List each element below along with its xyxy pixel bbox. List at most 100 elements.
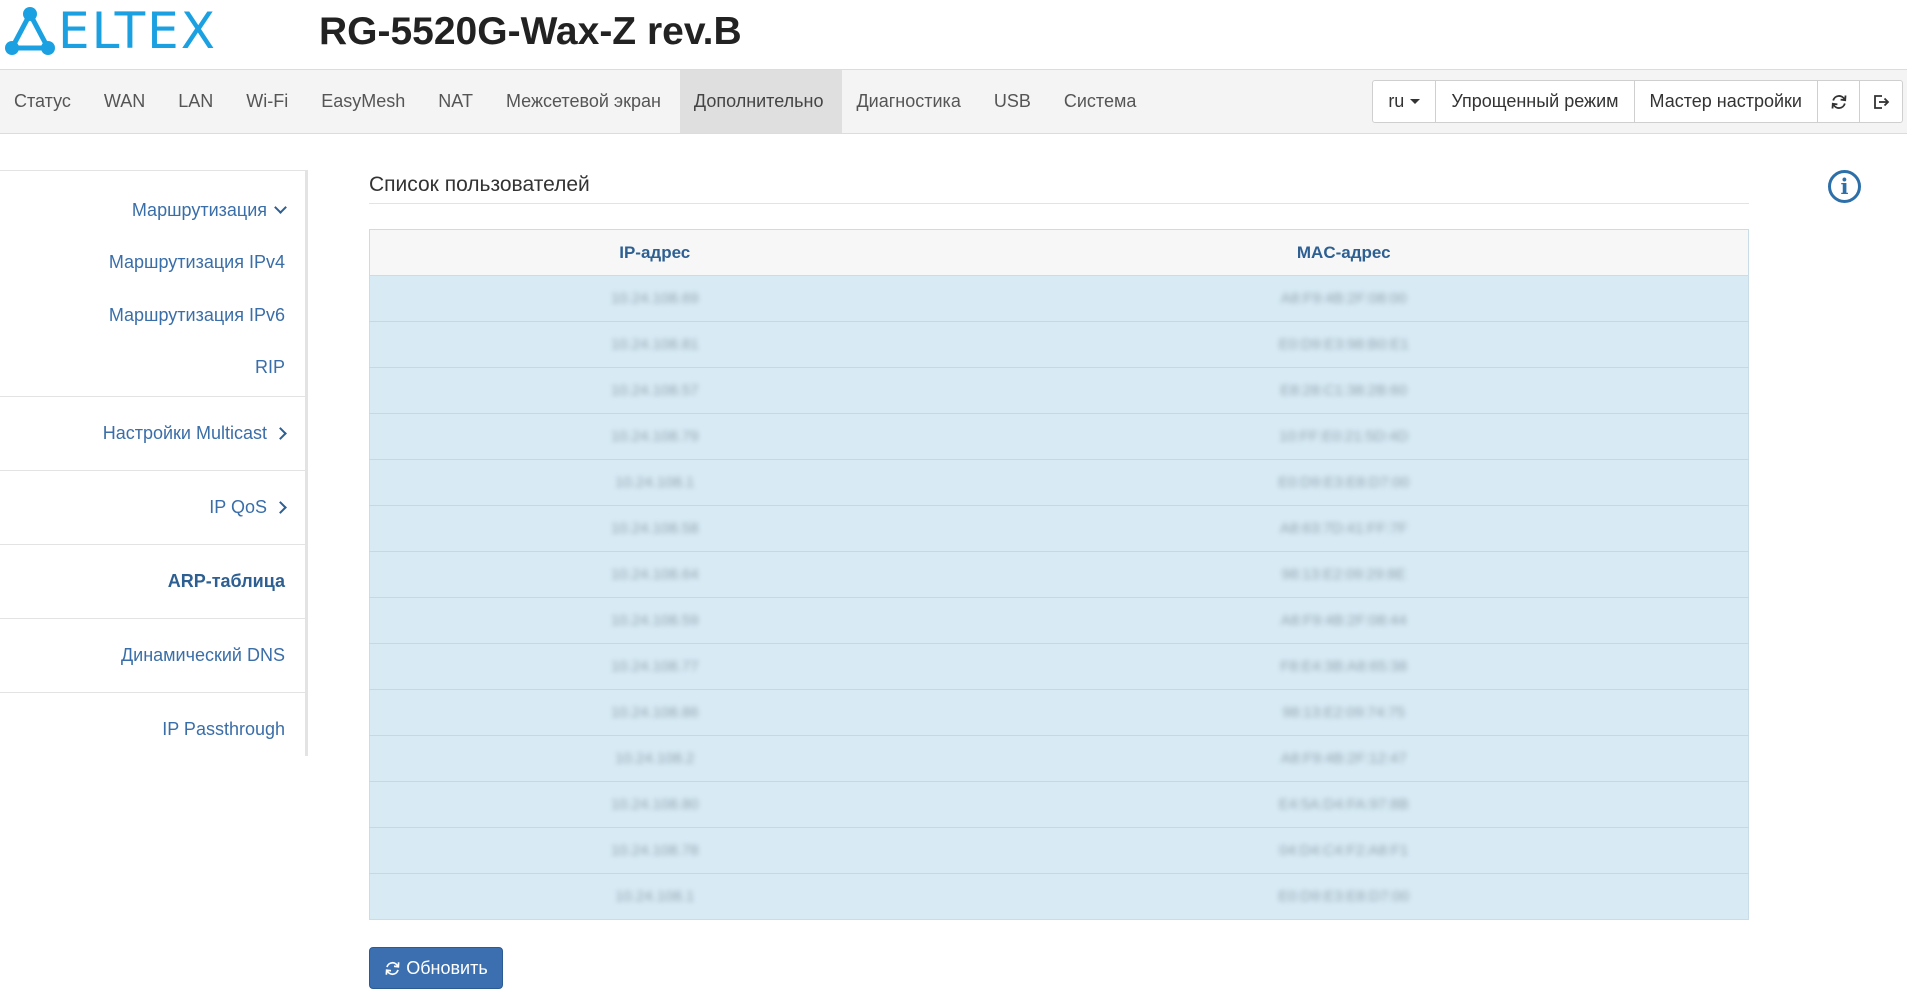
sidebar-group-routing: Маршрутизация Маршрутизация IPv4 Маршрут… [0,171,305,397]
chevron-right-icon [274,501,287,514]
main-menu: Статус WAN LAN Wi-Fi EasyMesh NAT Межсет… [0,70,1155,133]
mac-address-cell: A8:F9:4B:2F:08:44 [939,597,1749,644]
product-title: RG-5520G-Wax-Z rev.B [319,10,742,53]
sidebar-item-label: Настройки Multicast [102,423,267,443]
mac-address-cell: E8:28:C1:38:2B:60 [939,367,1749,414]
nav-item-advanced[interactable]: Дополнительно [679,70,843,133]
mac-address-value: A8:F9:4B:2F:08:44 [1280,612,1407,629]
ip-address-cell: 10.24.108.69 [369,275,940,322]
mac-address-cell: E4:5A:D4:FA:97:8B [939,781,1749,828]
ip-address-value: 10.24.108.78 [610,842,699,859]
sidebar-group-qos: IP QoS [0,471,305,545]
mac-address-value: A8:F9:4B:2F:08:00 [1280,290,1407,307]
table-row: 10.24.108.2 A8:F9:4B:2F:12:47 [369,735,1749,782]
mac-address-value: 98:13:E2:09:29:8E [1281,566,1406,583]
chevron-right-icon [274,427,287,440]
ip-address-value: 10.24.108.69 [610,290,699,307]
mac-address-value: A8:F9:4B:2F:12:47 [1280,750,1407,767]
header: ELTEX RG-5520G-Wax-Z rev.B [0,0,1907,69]
sidebar-item-multicast[interactable]: Настройки Multicast [0,419,305,448]
ip-address-value: 10.24.108.81 [610,336,699,353]
table-row: 10.24.108.1 E0:D9:E3:E8:D7:00 [369,873,1749,920]
nav-item-wan[interactable]: WAN [90,70,164,133]
table-row: 10.24.108.80 E4:5A:D4:FA:97:8B [369,781,1749,828]
caret-down-icon [1410,99,1421,104]
refresh-icon [1831,94,1846,109]
table-row: 10.24.108.58 A8:63:7D:41:FF:7F [369,505,1749,552]
sidebar-group-arp: ARP-таблица [0,545,305,619]
ip-address-cell: 10.24.108.57 [369,367,940,414]
info-icon[interactable]: i [1828,170,1861,203]
ip-address-value: 10.24.108.86 [610,704,699,721]
ip-address-cell: 10.24.108.78 [369,827,940,874]
table-row: 10.24.108.86 98:13:E2:09:74:75 [369,689,1749,736]
sidebar-item-arp-table[interactable]: ARP-таблица [0,567,305,596]
mac-address-value: E8:28:C1:38:2B:60 [1280,382,1408,399]
logout-icon [1874,94,1890,109]
logo-text: ELTEX [58,2,217,60]
reload-button[interactable] [1818,81,1860,122]
ip-address-cell: 10.24.108.80 [369,781,940,828]
nav-item-system[interactable]: Система [1050,70,1156,133]
sidebar-item-label: IP QoS [209,497,267,517]
table-header-row: IP-адрес MAC-адрес [369,229,1749,276]
sidebar-item-routing[interactable]: Маршрутизация [0,196,305,225]
table-row: 10.24.108.77 F8:E4:3B:A8:65:38 [369,643,1749,690]
ip-address-value: 10.24.108.79 [610,428,699,445]
nav-item-nat[interactable]: NAT [424,70,492,133]
ip-address-value: 10.24.108.59 [610,612,699,629]
ip-address-cell: 10.24.108.1 [369,459,940,506]
sidebar-item-routing-ipv4[interactable]: Маршрутизация IPv4 [0,248,305,277]
table-row: 10.24.108.81 E0:D9:E3:98:B0:E1 [369,321,1749,368]
table-row: 10.24.108.59 A8:F9:4B:2F:08:44 [369,597,1749,644]
sidebar-group-ddns: Динамический DNS [0,619,305,693]
table-row: 10.24.108.78 04:D4:C4:F2:A8:F1 [369,827,1749,874]
logout-button[interactable] [1860,81,1902,122]
simple-mode-button[interactable]: Упрощенный режим [1436,81,1635,122]
mac-address-cell: E0:D9:E3:E8:D7:00 [939,459,1749,506]
sidebar-item-dynamic-dns[interactable]: Динамический DNS [0,641,305,670]
nav-item-lan[interactable]: LAN [164,70,232,133]
mac-address-cell: A8:F9:4B:2F:08:00 [939,275,1749,322]
arp-table-body: 10.24.108.69 A8:F9:4B:2F:08:00 10.24.108.8… [369,275,1749,920]
mac-address-cell: A8:63:7D:41:FF:7F [939,505,1749,552]
table-row: 10.24.108.64 98:13:E2:09:29:8E [369,551,1749,598]
ip-address-cell: 10.24.108.77 [369,643,940,690]
sidebar-item-rip[interactable]: RIP [0,353,305,382]
mac-address-cell: 98:13:E2:09:74:75 [939,689,1749,736]
ip-address-value: 10.24.108.58 [610,520,699,537]
nav-item-status[interactable]: Статус [0,70,90,133]
eltex-logo[interactable]: ELTEX [4,6,217,56]
mac-address-cell: 98:13:E2:09:29:8E [939,551,1749,598]
mac-address-value: E0:D9:E3:98:B0:E1 [1278,336,1409,353]
mac-address-value: E0:D9:E3:E8:D7:00 [1278,888,1410,905]
mac-address-cell: E0:D9:E3:E8:D7:00 [939,873,1749,920]
nav-item-usb[interactable]: USB [980,70,1050,133]
ip-address-value: 10.24.108.77 [610,658,699,675]
ip-address-value: 10.24.108.64 [610,566,699,583]
ip-address-cell: 10.24.108.59 [369,597,940,644]
header-actions: ru Упрощенный режим Мастер настройки [1372,80,1903,123]
ip-address-value: 10.24.108.80 [610,796,699,813]
ip-address-cell: 10.24.108.86 [369,689,940,736]
refresh-button[interactable]: Обновить [369,947,503,989]
ip-address-cell: 10.24.108.81 [369,321,940,368]
ip-address-value: 10.24.108.57 [610,382,699,399]
sidebar-item-routing-ipv6[interactable]: Маршрутизация IPv6 [0,301,305,330]
nav-item-diagnostics[interactable]: Диагностика [842,70,979,133]
ip-address-value: 10.24.108.1 [615,888,695,905]
nav-item-wifi[interactable]: Wi-Fi [232,70,307,133]
nav-item-firewall[interactable]: Межсетевой экран [492,70,680,133]
ip-address-cell: 10.24.108.58 [369,505,940,552]
ip-address-cell: 10.24.108.1 [369,873,940,920]
ip-address-value: 10.24.108.2 [615,750,695,767]
mac-address-cell: 10:FF:E0:21:5D:4D [939,413,1749,460]
mac-address-value: F8:E4:3B:A8:65:38 [1280,658,1408,675]
language-dropdown[interactable]: ru [1373,81,1437,122]
table-row: 10.24.108.1 E0:D9:E3:E8:D7:00 [369,459,1749,506]
sidebar-item-ip-passthrough[interactable]: IP Passthrough [0,715,305,744]
nav-item-easymesh[interactable]: EasyMesh [307,70,424,133]
mac-address-value: 04:D4:C4:F2:A8:F1 [1279,842,1409,859]
setup-wizard-button[interactable]: Мастер настройки [1635,81,1818,122]
sidebar-item-ip-qos[interactable]: IP QoS [0,493,305,522]
